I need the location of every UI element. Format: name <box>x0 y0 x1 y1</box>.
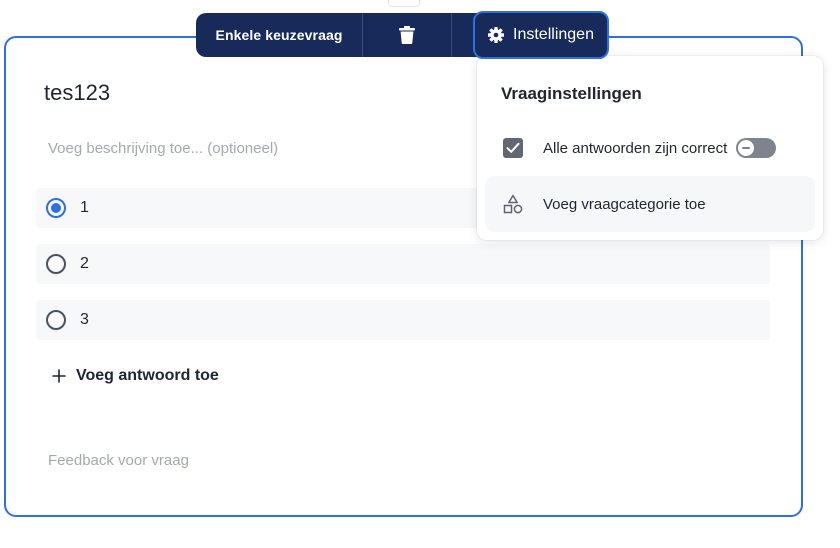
minus-icon <box>742 147 751 149</box>
radio-button-selected[interactable] <box>46 198 66 218</box>
toggle-knob <box>737 139 756 157</box>
all-correct-toggle[interactable] <box>736 138 777 158</box>
all-answers-correct-option[interactable]: Alle antwoorden zijn correct <box>485 120 815 176</box>
answer-option-3[interactable]: 3 <box>36 300 770 340</box>
radio-button[interactable] <box>46 310 66 330</box>
answer-option-2[interactable]: 2 <box>36 244 770 284</box>
answer-label: 3 <box>80 311 89 328</box>
add-answer-button[interactable]: Voeg antwoord toe <box>52 364 219 388</box>
settings-button[interactable]: Instellingen <box>473 11 609 59</box>
settings-label: Instellingen <box>513 26 594 43</box>
question-type-selector[interactable]: Enkele keuzevraag <box>196 27 362 43</box>
description-input[interactable]: Voeg beschrijving toe... (optioneel) <box>48 140 278 157</box>
toolbar-divider <box>451 13 452 57</box>
question-toolbar: Enkele keuzevraag Instellingen <box>196 11 609 59</box>
gear-icon <box>488 27 505 43</box>
radio-button[interactable] <box>46 254 66 274</box>
plus-icon <box>52 369 66 383</box>
shapes-icon <box>503 194 523 214</box>
add-answer-label: Voeg antwoord toe <box>76 367 219 384</box>
question-title[interactable]: tes123 <box>44 80 110 106</box>
top-handle <box>388 0 420 7</box>
add-category-label: Voeg vraagcategorie toe <box>543 195 706 213</box>
answer-label: 2 <box>80 255 89 272</box>
settings-panel: Vraaginstellingen Alle antwoorden zijn c… <box>477 56 823 240</box>
feedback-input[interactable]: Feedback voor vraag <box>48 452 189 469</box>
checkmark-icon <box>506 142 520 153</box>
trash-icon <box>399 26 415 44</box>
panel-title: Vraaginstellingen <box>501 84 642 103</box>
all-correct-checkbox[interactable] <box>503 138 523 158</box>
add-category-option[interactable]: Voeg vraagcategorie toe <box>485 176 815 232</box>
answer-label: 1 <box>80 199 89 216</box>
delete-button[interactable] <box>363 13 451 57</box>
all-correct-label: Alle antwoorden zijn correct <box>543 139 728 157</box>
